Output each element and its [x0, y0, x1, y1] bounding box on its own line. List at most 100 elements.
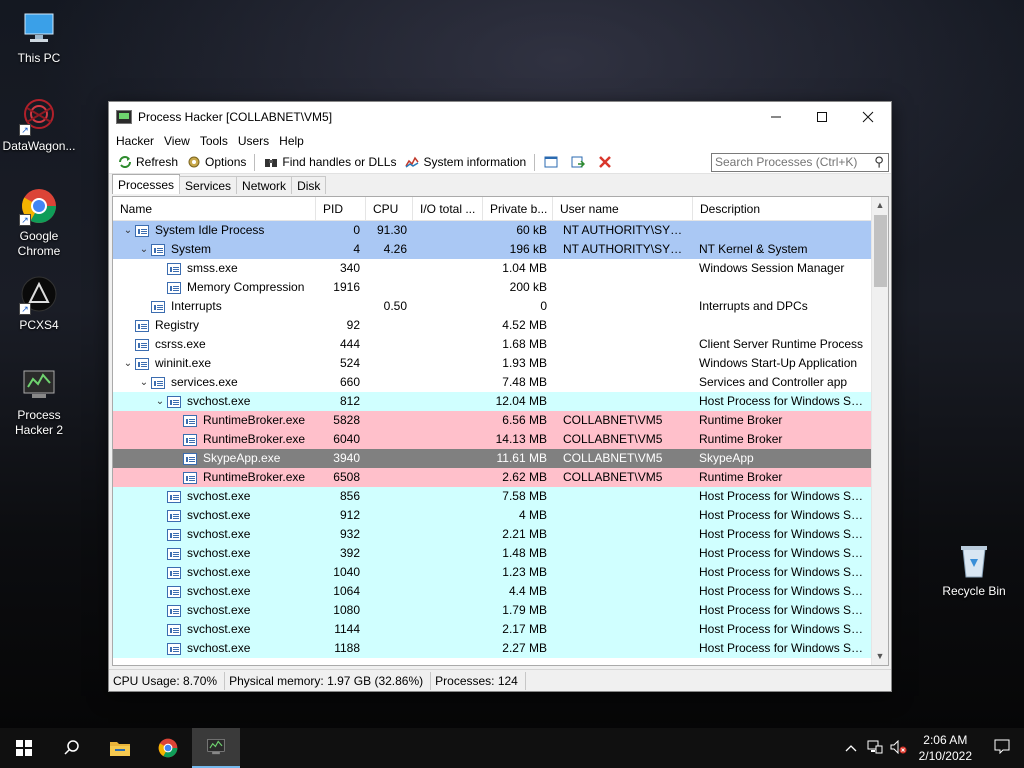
user-name-cell	[553, 544, 693, 563]
desktop-icon-process-hacker[interactable]: Process Hacker 2	[0, 365, 78, 438]
window-title: Process Hacker [COLLABNET\VM5]	[138, 109, 333, 124]
column-header-io-total[interactable]: I/O total ...	[413, 197, 483, 221]
menu-view[interactable]: View	[159, 134, 195, 148]
process-row[interactable]: RuntimeBroker.exe 6040 14.13 MB COLLABNET\V…	[113, 430, 871, 449]
start-button[interactable]	[0, 728, 48, 768]
desktop-icon-recycle-bin[interactable]: Recycle Bin	[935, 541, 1013, 599]
minimize-button[interactable]	[753, 102, 799, 131]
system-tray: 2:06 AM 2/10/2022	[839, 728, 1024, 768]
maximize-button[interactable]	[799, 102, 845, 131]
file-explorer-button[interactable]	[96, 728, 144, 768]
process-name-cell: ⌄ wininit.exe	[113, 354, 316, 373]
process-hacker-taskbar-button[interactable]	[192, 728, 240, 768]
find-window-button[interactable]	[566, 152, 593, 173]
red-x-icon	[597, 155, 612, 170]
process-row[interactable]: svchost.exe 392 1.48 MB Host Process for Wi…	[113, 544, 871, 563]
menu-tools[interactable]: Tools	[195, 134, 233, 148]
process-icon	[183, 471, 197, 484]
column-header-private-bytes[interactable]: Private b...	[483, 197, 553, 221]
menu-hacker[interactable]: Hacker	[111, 134, 159, 148]
desktop-icon-datawagon[interactable]: ↗ DataWagon...	[0, 96, 78, 154]
pid-cell: 92	[346, 318, 360, 332]
process-row[interactable]: Registry 92 4.52 MB	[113, 316, 871, 335]
process-row[interactable]: svchost.exe 1144 2.17 MB Host Process for W…	[113, 620, 871, 639]
desktop-icon-pcxs4[interactable]: ↗ PCXS4	[0, 275, 78, 333]
process-row[interactable]: Memory Compression 1916 200 kB	[113, 278, 871, 297]
system-information-label: System information	[423, 155, 527, 169]
process-row[interactable]: svchost.exe 1040 1.23 MB Host Process for W…	[113, 563, 871, 582]
notifications-icon[interactable]	[980, 739, 1024, 758]
column-header-user-name[interactable]: User name	[553, 197, 693, 221]
search-button[interactable]	[48, 728, 96, 768]
chrome-taskbar-button[interactable]	[144, 728, 192, 768]
title-bar[interactable]: Process Hacker [COLLABNET\VM5]	[109, 102, 891, 131]
process-row[interactable]: smss.exe 340 1.04 MB Windows Session Manage…	[113, 259, 871, 278]
tree-collapse-icon[interactable]: ⌄	[137, 373, 151, 392]
column-header-pid[interactable]: PID	[316, 197, 366, 221]
private-bytes-cell: 2.27 MB	[502, 641, 547, 655]
search-icon[interactable]: ⚲	[870, 154, 888, 170]
column-header-description[interactable]: Description	[693, 197, 871, 221]
desktop-icon-chrome[interactable]: ↗ Google Chrome	[0, 186, 78, 259]
find-handles-button[interactable]: Find handles or DLLs	[259, 152, 400, 173]
search-processes-box[interactable]: ⚲	[711, 152, 889, 172]
process-row[interactable]: SkypeApp.exe 3940 11.61 MB COLLABNET\VM5 Sky…	[113, 449, 871, 468]
find-handles-label: Find handles or DLLs	[282, 155, 397, 169]
column-header-cpu[interactable]: CPU	[366, 197, 413, 221]
column-header-name[interactable]: Name	[113, 197, 316, 221]
system-information-button[interactable]: System information	[400, 152, 530, 173]
scroll-down-icon[interactable]: ▼	[872, 648, 888, 665]
refresh-button[interactable]: Refresh	[113, 152, 182, 173]
description-cell	[693, 316, 871, 335]
process-row[interactable]: svchost.exe 1188 2.27 MB Host Process for W…	[113, 639, 871, 658]
tab-processes[interactable]: Processes	[112, 174, 181, 194]
process-row[interactable]: ⌄ services.exe 660 7.48 MB Services and Cont…	[113, 373, 871, 392]
process-icon	[167, 395, 181, 408]
tree-collapse-icon[interactable]: ⌄	[121, 221, 135, 240]
window-icon	[543, 155, 558, 170]
tree-collapse-icon[interactable]: ⌄	[121, 354, 135, 373]
cpu-cell: 0.50	[383, 299, 407, 313]
process-row[interactable]: svchost.exe 912 4 MB Host Process for Windo…	[113, 506, 871, 525]
process-row[interactable]: csrss.exe 444 1.68 MB Client Server Runtime…	[113, 335, 871, 354]
tab-services[interactable]: Services	[179, 176, 238, 194]
chevron-up-icon[interactable]	[839, 741, 863, 756]
process-row[interactable]: svchost.exe 856 7.58 MB Host Process for Wi…	[113, 487, 871, 506]
cpu-cell	[366, 335, 413, 354]
process-row[interactable]: ⌄ wininit.exe 524 1.93 MB Windows Start-Up A…	[113, 354, 871, 373]
process-row[interactable]: svchost.exe 932 2.21 MB Host Process for Wi…	[113, 525, 871, 544]
terminate-button[interactable]	[593, 152, 620, 173]
search-processes-input[interactable]	[715, 155, 870, 169]
tab-network[interactable]: Network	[236, 176, 293, 194]
process-row[interactable]: ⌄ svchost.exe 812 12.04 MB Host Process for …	[113, 392, 871, 411]
scroll-up-icon[interactable]: ▲	[872, 197, 888, 214]
vertical-scrollbar[interactable]: ▲ ▼	[871, 197, 888, 665]
tab-disk[interactable]: Disk	[291, 176, 327, 194]
process-row[interactable]: ⌄ System 4 4.26 196 kB NT AUTHORITY\SYSTEM NT …	[113, 240, 871, 259]
close-button[interactable]	[845, 102, 891, 131]
options-button[interactable]: Options	[182, 152, 250, 173]
process-row[interactable]: Interrupts 0.50 0 Interrupts and DPCs	[113, 297, 871, 316]
private-bytes-cell: 1.79 MB	[502, 603, 547, 617]
show-window-button[interactable]	[539, 152, 566, 173]
process-row[interactable]: ⌄ System Idle Process 0 91.30 60 kB NT AUTHOR…	[113, 221, 871, 240]
cpu-cell	[366, 259, 413, 278]
taskbar-clock[interactable]: 2:06 AM 2/10/2022	[911, 732, 980, 764]
process-row[interactable]: RuntimeBroker.exe 5828 6.56 MB COLLABNET\VM…	[113, 411, 871, 430]
process-name-cell: svchost.exe	[113, 487, 316, 506]
tree-collapse-icon[interactable]: ⌄	[137, 240, 151, 259]
io-total-cell	[413, 392, 483, 411]
process-row[interactable]: RuntimeBroker.exe 6508 2.62 MB COLLABNET\VM…	[113, 468, 871, 487]
description-cell	[693, 278, 871, 297]
process-row[interactable]: svchost.exe 1080 1.79 MB Host Process for W…	[113, 601, 871, 620]
status-physical-memory: Physical memory: 1.97 GB (32.86%)	[227, 671, 432, 690]
menu-help[interactable]: Help	[274, 134, 309, 148]
process-name-cell: svchost.exe	[113, 544, 316, 563]
scrollbar-thumb[interactable]	[874, 215, 887, 287]
menu-users[interactable]: Users	[233, 134, 274, 148]
volume-muted-icon[interactable]	[887, 739, 911, 757]
network-icon[interactable]	[863, 740, 887, 757]
tree-collapse-icon[interactable]: ⌄	[153, 392, 167, 411]
desktop-icon-this-pc[interactable]: This PC	[0, 8, 78, 66]
process-row[interactable]: svchost.exe 1064 4.4 MB Host Process for Wi…	[113, 582, 871, 601]
